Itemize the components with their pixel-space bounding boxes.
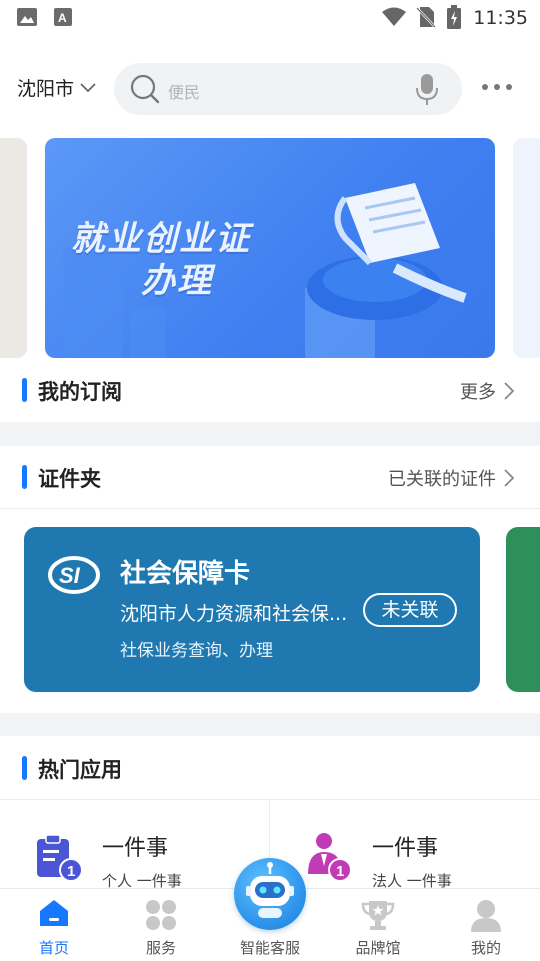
nav-label: 品牌馆 — [355, 939, 401, 957]
wifi-icon — [382, 7, 406, 26]
nav-services[interactable]: 服务 — [121, 889, 201, 961]
svg-text:1: 1 — [336, 863, 344, 880]
section-gap — [0, 422, 540, 446]
nav-label: 我的 — [470, 939, 501, 957]
banner[interactable]: 就业创业证 办理 — [45, 138, 495, 358]
nav-brand-hall[interactable]: 品牌馆 — [338, 889, 418, 961]
nav-home[interactable]: 首页 — [14, 889, 94, 961]
unlinked-status-button[interactable]: 未关联 — [363, 593, 457, 627]
section-gap — [0, 713, 540, 736]
search-placeholder: 便民 — [168, 83, 201, 102]
city-selector[interactable]: 沈阳市 — [17, 74, 96, 101]
banner-prev-peek[interactable] — [0, 138, 27, 358]
divider — [0, 508, 540, 509]
clipboard-badge-icon: 1 — [37, 834, 83, 882]
trophy-icon — [361, 901, 395, 930]
image-notification-icon — [17, 8, 37, 26]
next-card-peek[interactable] — [506, 527, 540, 692]
certificates-title: 证件夹 — [38, 467, 101, 491]
svg-text:A: A — [58, 11, 67, 25]
status-time: 11:35 — [473, 7, 528, 29]
robot-icon[interactable] — [234, 858, 306, 930]
user-icon — [471, 900, 501, 932]
subscription-header: 我的订阅 更多 — [0, 365, 540, 415]
section-accent-bar — [22, 756, 27, 780]
home-icon — [40, 900, 68, 926]
more-icon[interactable] — [482, 84, 512, 90]
svg-text:SI: SI — [59, 563, 81, 588]
hot-apps-header: 热门应用 — [0, 743, 540, 793]
social-security-card[interactable]: SI 社会保障卡 沈阳市人力资源和社会保... 社保业务查询、办理 未关联 — [24, 527, 480, 692]
banner-title: 就业创业证 办理 — [71, 219, 251, 301]
status-bar: A 11:35 — [0, 0, 540, 36]
no-sim-icon — [416, 7, 436, 28]
linked-certificates-link[interactable]: 已关联的证件 — [388, 465, 514, 491]
chevron-right-icon — [504, 469, 514, 487]
card-title: 社会保障卡 — [120, 559, 251, 589]
subscription-more-link[interactable]: 更多 — [460, 378, 514, 404]
card-organization: 沈阳市人力资源和社会保... — [120, 603, 348, 625]
font-notification-icon: A — [54, 8, 72, 26]
microphone-icon[interactable] — [414, 74, 440, 106]
certificates-header: 证件夹 已关联的证件 — [0, 452, 540, 502]
nav-label: 智能客服 — [239, 939, 300, 957]
app-title: 一件事 — [102, 836, 169, 861]
nav-mine[interactable]: 我的 — [446, 889, 526, 961]
city-label: 沈阳市 — [17, 78, 75, 100]
card-description: 社保业务查询、办理 — [120, 641, 273, 661]
nav-label: 首页 — [38, 939, 69, 957]
hot-apps-title: 热门应用 — [38, 758, 122, 782]
chevron-down-icon — [80, 82, 96, 92]
section-accent-bar — [22, 378, 27, 402]
person-badge-icon: 1 — [308, 833, 352, 882]
app-title: 一件事 — [372, 836, 439, 861]
subscription-title: 我的订阅 — [38, 380, 122, 404]
chevron-right-icon — [504, 382, 514, 400]
search-bar[interactable]: 便民 — [114, 63, 462, 115]
app-item-corporate[interactable]: 1 一件事 法人 一件事 — [270, 800, 540, 890]
social-insurance-logo-icon: SI — [48, 556, 100, 594]
svg-text:1: 1 — [67, 863, 75, 880]
app-item-personal[interactable]: 1 一件事 个人 一件事 — [0, 800, 269, 890]
banner-next-peek[interactable] — [513, 138, 540, 358]
section-accent-bar — [22, 465, 27, 489]
grid-icon — [146, 900, 176, 930]
battery-charging-icon — [447, 5, 461, 29]
search-icon — [130, 74, 160, 104]
nav-label: 服务 — [145, 939, 176, 957]
